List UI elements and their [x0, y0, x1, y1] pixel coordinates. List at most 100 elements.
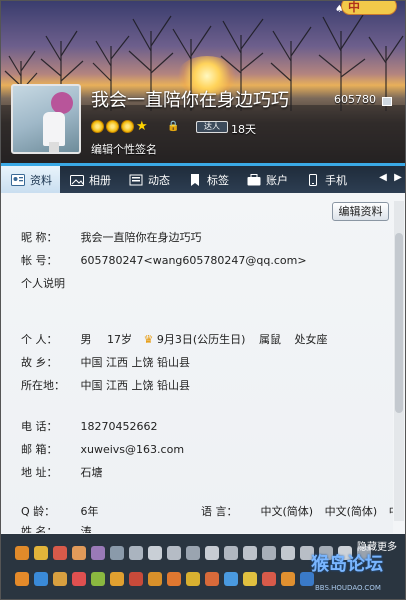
location-value: 中国 江西 上饶 铅山县	[80, 379, 191, 392]
account-value: 605780247<wang605780247@qq.com>	[80, 254, 307, 267]
tab-bar: 资料 相册 动态 标签 账户 手机	[1, 163, 405, 193]
emoji-icon[interactable]	[91, 546, 105, 560]
tab-feed[interactable]: 动态	[119, 166, 178, 193]
photo-album-icon	[70, 174, 84, 186]
phone-label: 电 话：	[21, 420, 58, 433]
tab-label: 相册	[89, 173, 111, 187]
description-label: 个人说明	[21, 277, 65, 290]
emoji-icon[interactable]	[148, 572, 162, 586]
emoji-icon[interactable]	[224, 546, 238, 560]
emoji-toolbar: 猴岛论坛 BBS.HOUDAO.COM 隐藏更多	[1, 534, 405, 599]
emoji-icon[interactable]	[110, 546, 124, 560]
crown-icon: ♛	[143, 333, 154, 346]
emoji-icon[interactable]	[53, 572, 67, 586]
phone-icon	[309, 173, 317, 186]
emoji-icon[interactable]	[91, 572, 105, 586]
nickname-row: 昵 称： 我会一直陪你在身边巧巧	[21, 229, 202, 245]
email-row: 邮 箱： xuweivs@163.com	[21, 441, 184, 457]
signature-edit[interactable]: 编辑个性签名	[91, 141, 157, 157]
hide-more-button[interactable]: 隐藏更多	[357, 538, 397, 553]
scrollbar-thumb[interactable]	[395, 233, 403, 413]
content-scrollbar[interactable]	[394, 201, 404, 521]
qq-level-icons[interactable]: ★	[91, 120, 149, 133]
emoji-icon[interactable]	[15, 572, 29, 586]
emoji-icon[interactable]	[167, 572, 181, 586]
header-nickname: 我会一直陪你在身边巧巧	[91, 90, 289, 111]
edit-profile-button[interactable]: 编辑资料	[332, 202, 389, 221]
qq-age-label: Q 龄：	[21, 505, 56, 518]
emoji-icon[interactable]	[262, 546, 276, 560]
emoji-icon[interactable]	[53, 546, 67, 560]
emoji-icon[interactable]	[281, 546, 295, 560]
avatar[interactable]	[11, 84, 81, 154]
tab-label: 手机	[325, 173, 347, 187]
level-sun-icon	[106, 120, 119, 133]
emoji-icon[interactable]	[110, 572, 124, 586]
account-row: 帐 号： 605780247<wang605780247@qq.com>	[21, 252, 307, 268]
emoji-icon[interactable]	[186, 546, 200, 560]
tab-profile[interactable]: 资料	[1, 166, 60, 193]
personal-label: 个 人：	[21, 333, 58, 346]
emoji-icon[interactable]	[205, 572, 219, 586]
language-row: 语 言： 中文(简体) 中文(简体) 中	[201, 503, 393, 519]
tab-scroll-right-icon[interactable]: ▶	[391, 163, 405, 193]
language-value-1: 中文(简体)	[260, 505, 314, 518]
tab-phone[interactable]: 手机	[296, 166, 355, 193]
tab-account[interactable]: 账户	[237, 166, 296, 193]
emoji-icon[interactable]	[186, 572, 200, 586]
emoji-icon[interactable]	[167, 546, 181, 560]
personal-row: 个 人： 男 17岁 ♛ 9月3日(公历生日) 属鼠 处女座	[21, 331, 327, 347]
emoji-icon[interactable]	[205, 546, 219, 560]
gender-value: 男	[80, 333, 92, 346]
tab-tags[interactable]: 标签	[178, 166, 237, 193]
level-sun-icon	[121, 120, 134, 133]
top-badge-text: 中	[348, 1, 361, 14]
age-value: 17岁	[107, 333, 132, 346]
profile-window: ♠ 中 我会一直陪你在身边巧巧 605780 ★ 🔒 达人 18天 编辑个性签名…	[0, 0, 406, 600]
lock-icon[interactable]: 🔒	[167, 121, 179, 132]
emoji-icon[interactable]	[72, 546, 86, 560]
address-label: 地 址：	[21, 466, 58, 479]
emoji-icon[interactable]	[243, 572, 257, 586]
top-status-badge[interactable]: 中	[341, 1, 397, 15]
tab-label: 标签	[207, 173, 229, 187]
watermark-logo: 猴岛论坛	[311, 554, 383, 575]
watermark-url: BBS.HOUDAO.COM	[315, 584, 381, 592]
language-label: 语 言：	[201, 505, 238, 518]
location-label: 所在地：	[21, 379, 65, 392]
emoji-icon[interactable]	[15, 546, 29, 560]
emoji-icon[interactable]	[148, 546, 162, 560]
tab-album[interactable]: 相册	[60, 166, 119, 193]
tab-label: 资料	[30, 173, 52, 187]
emoji-icon[interactable]	[243, 546, 257, 560]
address-row: 地 址： 石塘	[21, 464, 103, 480]
hometown-value: 中国 江西 上饶 铅山县	[80, 356, 191, 369]
account-label: 帐 号：	[21, 254, 58, 267]
nickname-label: 昵 称：	[21, 231, 58, 244]
emoji-icon[interactable]	[262, 572, 276, 586]
tab-scroll-left-icon[interactable]: ◀	[376, 163, 390, 193]
emoji-icon[interactable]	[224, 572, 238, 586]
emoji-icon[interactable]	[129, 572, 143, 586]
location-row: 所在地： 中国 江西 上饶 铅山县	[21, 377, 190, 393]
profile-header: ♠ 中 我会一直陪你在身边巧巧 605780 ★ 🔒 达人 18天 编辑个性签名	[1, 1, 405, 163]
emoji-icon[interactable]	[281, 572, 295, 586]
edit-background-icon[interactable]	[382, 97, 392, 106]
star-sign-value: 处女座	[294, 333, 328, 346]
emoji-icon[interactable]	[72, 572, 86, 586]
tab-label: 动态	[148, 173, 170, 187]
profile-card-icon	[11, 173, 25, 186]
name-row: 姓 名： 涛	[21, 523, 92, 533]
emoji-icon[interactable]	[129, 546, 143, 560]
vip-badge[interactable]: 达人	[196, 121, 228, 133]
emoji-icon[interactable]	[34, 546, 48, 560]
feed-icon	[129, 174, 143, 185]
tab-label: 账户	[266, 173, 288, 187]
hometown-row: 故 乡： 中国 江西 上饶 铅山县	[21, 354, 190, 370]
header-qq-number: 605780	[334, 93, 376, 106]
profile-content: 编辑资料 昵 称： 我会一直陪你在身边巧巧 帐 号： 605780247<wan…	[1, 193, 393, 533]
emoji-icon[interactable]	[34, 572, 48, 586]
name-label: 姓 名：	[21, 525, 58, 533]
avatar-figure-legs	[49, 142, 59, 152]
level-star-icon: ★	[136, 119, 148, 134]
